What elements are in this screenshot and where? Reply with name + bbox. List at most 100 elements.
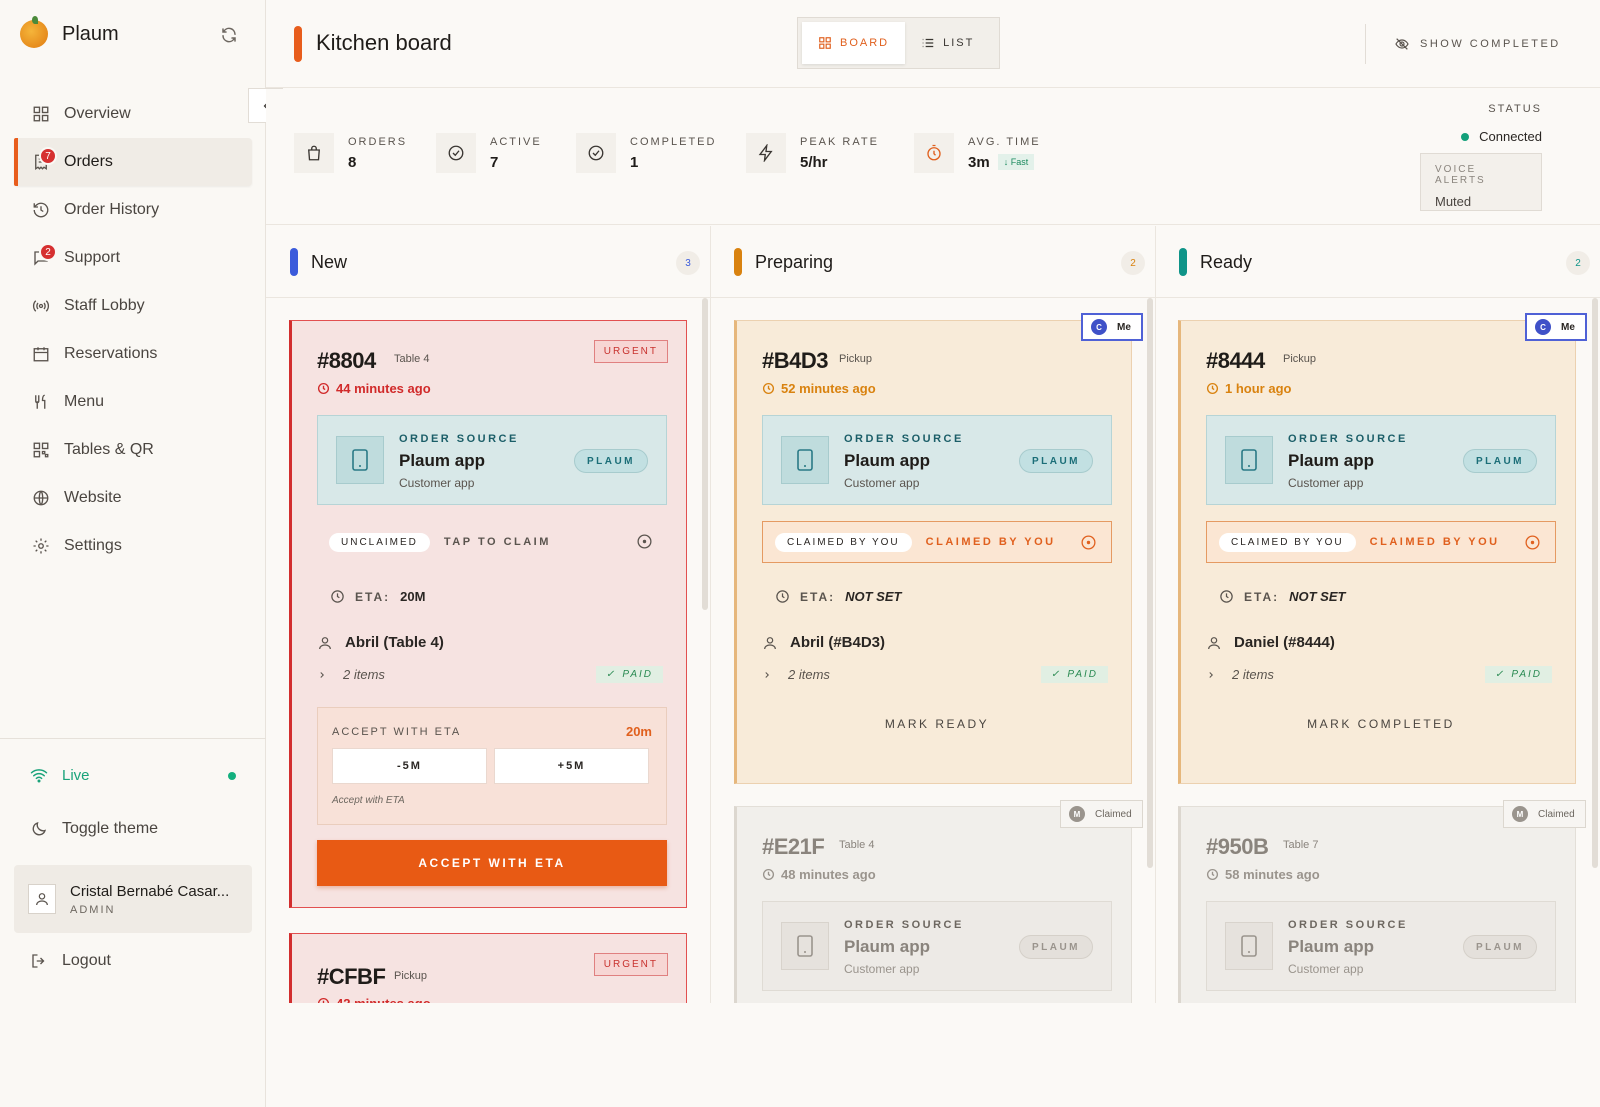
source-name: Plaum app — [844, 451, 930, 470]
voice-alerts-value: Muted — [1435, 194, 1472, 209]
items-toggle[interactable]: 2 items — [1206, 667, 1274, 682]
order-card[interactable]: #E21F Table 4 48 minutes ago ORDER SOURC… — [734, 806, 1132, 1026]
qr-icon — [33, 442, 49, 458]
user-icon — [764, 636, 776, 649]
sidebar-item-order-history[interactable]: Order History — [14, 186, 252, 234]
plus-5-button[interactable]: +5M — [494, 748, 649, 784]
eta-value: NOT SET — [1289, 589, 1346, 604]
sidebar-item-settings[interactable]: Settings — [14, 522, 252, 570]
column-count: 3 — [676, 251, 700, 275]
order-card[interactable]: #950B Table 7 58 minutes ago ORDER SOURC… — [1178, 806, 1576, 1026]
accept-eta-value: 20m — [625, 724, 652, 739]
chip-label: Me — [1117, 321, 1131, 333]
sidebar-item-label: Website — [64, 489, 122, 506]
title-accent — [294, 26, 302, 62]
scrollbar[interactable] — [1592, 298, 1598, 868]
connection-status: Connected — [1461, 129, 1542, 144]
history-icon — [33, 202, 49, 218]
board-view-button[interactable]: BOARD — [802, 22, 906, 64]
live-label: Live — [62, 766, 90, 784]
stat-label: ACTIVE — [490, 135, 542, 148]
order-source: ORDER SOURCE Plaum app Customer app PLAU… — [762, 901, 1112, 991]
moon-icon — [32, 821, 47, 836]
check-icon: ✓ — [606, 669, 617, 680]
items-toggle[interactable]: 2 items — [762, 667, 830, 682]
mark-completed-button[interactable]: MARK COMPLETED — [1206, 717, 1556, 731]
column-title: New — [311, 252, 348, 272]
stat-active: ACTIVE 7 — [436, 133, 542, 173]
sidebar-item-website[interactable]: Website — [14, 474, 252, 522]
mark-ready-button[interactable]: MARK READY — [762, 717, 1112, 731]
eta-row: ETA: NOT SET — [1219, 589, 1345, 604]
logout-icon — [32, 954, 45, 968]
column-color-bar — [1179, 248, 1187, 276]
sidebar-item-label: Orders — [64, 153, 113, 170]
eta-row: ETA: NOT SET — [775, 589, 901, 604]
paid-badge: ✓ PAID — [1041, 666, 1108, 683]
stat-value: 5/hr — [800, 153, 828, 171]
sidebar-item-label: Support — [64, 249, 121, 266]
sidebar-item-label: Overview — [64, 105, 131, 122]
fast-badge-label: Fast — [1010, 157, 1029, 167]
customer: Abril (Table 4) — [317, 634, 444, 651]
source-name: Plaum app — [1288, 937, 1374, 956]
order-card[interactable]: #8444 Pickup 1 hour ago ORDER SOURCE Pla… — [1178, 320, 1576, 784]
stat-avg-time: AVG. TIME 3m ↓ Fast — [914, 133, 1041, 173]
order-time-label: 48 minutes ago — [781, 867, 876, 882]
sidebar-item-support[interactable]: 2 Support — [14, 234, 252, 282]
orders-badge: 7 — [39, 147, 57, 165]
toggle-theme-button[interactable]: Toggle theme — [30, 820, 158, 838]
claim-row[interactable]: CLAIMED BY YOU CLAIMED BY YOU — [762, 521, 1112, 563]
sidebar-item-tables-qr[interactable]: Tables & QR — [14, 426, 252, 474]
source-label: ORDER SOURCE — [1288, 919, 1408, 931]
claim-row[interactable]: CLAIMED BY YOU CLAIMED BY YOU — [1206, 521, 1556, 563]
clock-icon — [317, 382, 330, 395]
list-view-button[interactable]: LIST — [905, 22, 990, 64]
items-toggle[interactable]: 2 items — [317, 667, 385, 682]
chevron-right-icon — [1209, 671, 1213, 678]
check-icon: ✓ — [1051, 669, 1062, 680]
sidebar-item-reservations[interactable]: Reservations — [14, 330, 252, 378]
refresh-icon[interactable] — [220, 26, 238, 44]
chip-avatar: C — [1091, 319, 1107, 335]
order-type: Table 4 — [394, 353, 430, 365]
eta-label: ETA: — [800, 589, 836, 604]
source-pill: PLAUM — [573, 449, 648, 473]
show-completed-button[interactable]: SHOW COMPLETED — [1394, 36, 1561, 52]
user-card[interactable]: Cristal Bernabé Casar... ADMIN — [14, 865, 252, 933]
customer: Daniel (#8444) — [1206, 634, 1335, 651]
column-count: 2 — [1566, 251, 1590, 275]
accept-with-eta-button[interactable]: ACCEPT WITH ETA — [317, 840, 667, 886]
sidebar-item-menu[interactable]: Menu — [14, 378, 252, 426]
voice-alerts-label: VOICE ALERTS — [1435, 164, 1486, 186]
source-name: Plaum app — [1288, 451, 1374, 470]
scrollbar[interactable] — [702, 298, 708, 610]
clock-icon — [331, 590, 344, 603]
order-card[interactable]: #8804 Table 4 URGENT 44 minutes ago ORDE… — [289, 320, 687, 908]
source-sub: Customer app — [1288, 962, 1364, 976]
scrollbar[interactable] — [1147, 298, 1153, 868]
chevron-right-icon — [765, 671, 769, 678]
sidebar-item-staff-lobby[interactable]: Staff Lobby — [14, 282, 252, 330]
order-time: 1 hour ago — [1206, 381, 1291, 396]
claim-row[interactable]: UNCLAIMED TAP TO CLAIM — [317, 521, 667, 563]
sidebar-item-overview[interactable]: Overview — [14, 90, 252, 138]
column-header-new: New 3 — [266, 226, 710, 298]
sidebar-item-label: Tables & QR — [64, 441, 154, 458]
logout-button[interactable]: Logout — [30, 952, 111, 970]
voice-alerts-toggle[interactable]: VOICE ALERTS Muted — [1420, 153, 1542, 211]
customer: Abril (#B4D3) — [762, 634, 885, 651]
order-id: #E21F — [762, 834, 825, 859]
brand[interactable]: Plaum — [20, 16, 119, 48]
order-card[interactable]: #CFBF Pickup URGENT 42 minutes ago — [289, 933, 687, 1013]
clock-icon — [1206, 868, 1219, 881]
column-divider — [710, 226, 711, 1006]
chip-avatar: M — [1512, 806, 1528, 822]
stat-label: AVG. TIME — [968, 135, 1041, 148]
order-id: #8444 — [1206, 348, 1265, 373]
order-card[interactable]: #B4D3 Pickup 52 minutes ago ORDER SOURCE… — [734, 320, 1132, 784]
minus-5-button[interactable]: -5M — [332, 748, 487, 784]
header: Kitchen board BOARD LIST SHOW COMPLETED — [266, 0, 1600, 88]
order-type: Table 4 — [839, 839, 875, 851]
sidebar-item-orders[interactable]: 7 Orders — [14, 138, 252, 186]
